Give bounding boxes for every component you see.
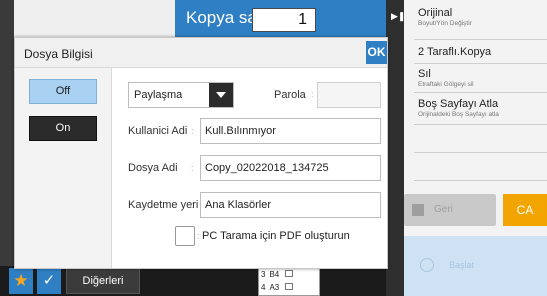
start-button[interactable]: Başlat <box>404 236 547 296</box>
clear-icon <box>412 204 424 216</box>
username-field[interactable]: Kull.Bılınmıyor <box>200 118 381 144</box>
on-toggle-button[interactable]: On <box>29 116 97 141</box>
right-item-original[interactable]: Orijinal Boyut/Yön Değiştir <box>414 0 547 40</box>
panel-toggle-strip[interactable] <box>386 0 404 296</box>
play-arrow-icon[interactable]: ▶❚ <box>391 11 405 22</box>
chevron-down-icon[interactable] <box>209 83 233 107</box>
checkmark-icon[interactable]: ✓ <box>37 268 61 294</box>
right-item-erase[interactable]: Sıl Etraftaki Gölgeyi sil <box>414 64 547 93</box>
save-location-field[interactable]: Ana Klasörler <box>200 192 381 218</box>
paper-tray-indicator[interactable]: 3 B4 4 A3 <box>258 268 320 296</box>
right-item-empty-2 <box>414 153 547 181</box>
filename-colon: : <box>191 163 194 173</box>
tray-row: 4 A3 <box>261 283 294 292</box>
off-toggle-button[interactable]: Off <box>29 79 97 104</box>
pdf-checkbox[interactable] <box>175 226 195 246</box>
filename-label: Dosya Adi <box>128 162 178 174</box>
right-item-duplex[interactable]: 2 Taraflı.Kopya <box>414 40 547 64</box>
username-label: Kullanici Adi <box>128 125 188 137</box>
share-dropdown[interactable]: Paylaşma <box>128 82 234 108</box>
pdf-label: PC Tarama için PDF oluşturun <box>202 230 350 242</box>
filename-field[interactable]: Copy_02022018_134725 <box>200 155 381 181</box>
password-field[interactable] <box>317 82 381 108</box>
right-item-skip-blank[interactable]: Boş Sayfayı Atla Orijinaldeki Boş Sayfay… <box>414 93 547 125</box>
ok-button[interactable]: OK <box>366 41 387 64</box>
tray-row: 3 B4 <box>261 270 294 279</box>
clear-button[interactable]: Geri <box>404 194 496 226</box>
save-location-colon: : <box>191 200 194 210</box>
password-colon: : <box>311 89 314 99</box>
pdf-colon: : <box>197 231 200 241</box>
file-info-dialog: Dosya Bilgisi OK Off On Paylaşma Parola … <box>14 37 388 269</box>
copy-count-field[interactable]: 1 <box>252 8 316 32</box>
ca-button[interactable]: CA <box>503 194 547 226</box>
right-item-empty-1 <box>414 125 547 153</box>
dialog-titlebar: Dosya Bilgisi OK <box>15 38 387 68</box>
favorite-star-icon[interactable]: ★ <box>9 268 33 294</box>
left-edge-strip <box>0 0 14 296</box>
others-button[interactable]: Diğerleri <box>66 268 140 294</box>
save-location-label: Kaydetme yeri <box>128 199 199 211</box>
start-icon <box>420 258 434 272</box>
password-label: Parola <box>274 89 306 101</box>
username-colon: : <box>191 126 194 136</box>
dialog-title: Dosya Bilgisi <box>24 47 93 61</box>
